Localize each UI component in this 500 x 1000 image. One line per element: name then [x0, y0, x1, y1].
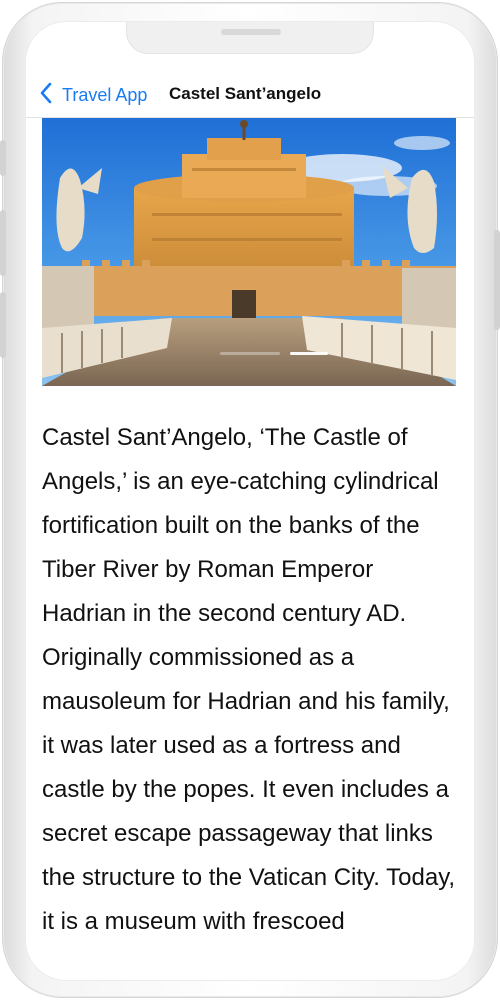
speaker-grille [221, 29, 281, 35]
article-body: Castel Sant’Angelo, ‘The Castle of Angel… [42, 424, 456, 935]
carousel-indicator-active[interactable] [290, 352, 328, 355]
navigation-bar: Travel App Castel Sant’angelo [26, 74, 474, 118]
side-button-volume-up [0, 210, 6, 276]
page-title: Castel Sant’angelo [169, 84, 322, 103]
back-button-label: Travel App [62, 84, 148, 105]
side-button-mute [0, 140, 6, 176]
hero-image[interactable] [42, 118, 456, 386]
chevron-left-icon [38, 81, 54, 110]
side-button-volume-down [0, 292, 6, 358]
carousel-indicator-inactive[interactable] [220, 352, 280, 355]
device-screen: Travel App Castel Sant’angelo Castel San… [26, 22, 474, 980]
side-button-power [494, 230, 500, 330]
notch [126, 22, 374, 54]
back-button[interactable]: Travel App [38, 80, 147, 110]
